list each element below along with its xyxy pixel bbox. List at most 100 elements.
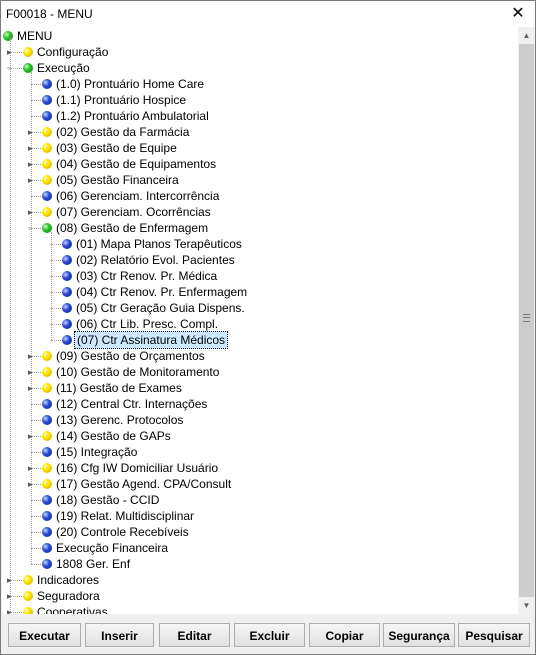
scroll-up-icon[interactable]: ▲ [518,27,535,44]
yellow-ball-icon [42,175,52,185]
grip-icon [523,314,530,322]
blue-ball-icon [62,255,72,265]
blue-ball-icon [42,543,52,553]
blue-ball-icon [62,239,72,249]
tree-item-label: (13) Gerenc. Protocolos [56,413,184,427]
blue-ball-icon [42,399,52,409]
blue-ball-icon [42,511,52,521]
tree-item-label: Cooperativas [37,605,108,614]
expand-icon[interactable]: ▸ [28,480,34,489]
tree-item-label: (07) Gerenciam. Ocorrências [56,205,211,219]
tree-item-label: (11) Gestão de Exames [56,381,182,395]
tree-item-label: Indicadores [37,573,100,587]
tree-item-label: (03) Gestão de Equipe [56,141,177,155]
yellow-ball-icon [42,127,52,137]
tree-item-label: (20) Controle Recebíveis [56,525,189,539]
blue-ball-icon [62,319,72,329]
editar-button[interactable]: Editar [159,623,230,647]
tree-root-label: MENU [17,29,53,43]
tree-item-label: (08) Gestão de Enfermagem [56,221,209,235]
expand-icon[interactable]: ▸ [28,160,34,169]
tree-item-label: Seguradora [37,589,100,603]
blue-ball-icon [42,447,52,457]
blue-ball-icon [42,95,52,105]
blue-ball-icon [42,111,52,121]
green-ball-icon [23,63,33,73]
scroll-thumb[interactable] [519,44,534,597]
blue-ball-icon [42,527,52,537]
blue-ball-icon [62,271,72,281]
expand-icon[interactable]: ▸ [28,464,34,473]
tree-item-label: (03) Ctr Renov. Pr. Médica [76,269,218,283]
tree-item-label: (14) Gestão de GAPs [56,429,171,443]
tree-item-label: (02) Relatório Evol. Pacientes [76,253,235,267]
expand-icon[interactable]: ▸ [28,368,34,377]
yellow-ball-icon [42,367,52,377]
tree-item-label: (17) Gestão Agend. CPA/Consult [56,477,232,491]
tree-item-label: (06) Gerenciam. Intercorrência [56,189,220,203]
yellow-ball-icon [42,431,52,441]
tree-item-label: (1.0) Prontuário Home Care [56,77,205,91]
seguranca-button[interactable]: Segurança [383,623,455,647]
blue-ball-icon [62,287,72,297]
expand-icon[interactable]: ▸ [7,576,13,585]
expand-icon[interactable]: ▸ [28,432,34,441]
tree-item-label: 1808 Ger. Enf [56,557,131,571]
expand-icon[interactable]: ▸ [7,608,13,615]
blue-ball-icon [42,191,52,201]
tree-item-label: Configuração [37,45,109,59]
expand-icon[interactable]: ▸ [28,144,34,153]
yellow-ball-icon [23,591,33,601]
yellow-ball-icon [42,159,52,169]
tree-item-label: (19) Relat. Multidisciplinar [56,509,195,523]
tree-item-label: (16) Cfg IW Domiciliar Usuário [56,461,219,475]
yellow-ball-icon [42,351,52,361]
tree-item-label: (1.2) Prontuário Ambulatorial [56,109,209,123]
yellow-ball-icon [42,479,52,489]
tree-item-label: (01) Mapa Planos Terapêuticos [76,237,242,251]
collapse-icon[interactable]: ◦ [7,64,13,73]
green-ball-icon [42,223,52,233]
tree-item-label: (1.1) Prontuário Hospice [56,93,187,107]
blue-ball-icon [42,79,52,89]
pesquisar-button[interactable]: Pesquisar [458,623,530,647]
blue-ball-icon [42,495,52,505]
executar-button[interactable]: Executar [8,623,81,647]
tree-item-label: (02) Gestão da Farmácia [56,125,190,139]
blue-ball-icon [42,415,52,425]
yellow-ball-icon [23,607,33,614]
tree-item-label: (12) Central Ctr. Internações [56,397,208,411]
expand-icon[interactable]: ▸ [7,592,13,601]
blue-ball-icon [62,335,72,345]
tree-item-label: (10) Gestão de Monitoramento [56,365,220,379]
vertical-scrollbar[interactable]: ▲ ▼ [518,27,535,614]
tree-item-label: (18) Gestão - CCID [56,493,160,507]
yellow-ball-icon [42,207,52,217]
title-bar[interactable]: F00018 - MENU ✕ [1,1,535,27]
yellow-ball-icon [42,383,52,393]
expand-icon[interactable]: ▸ [28,176,34,185]
menu-tree[interactable]: MENU ▸ Configuração ◦ Execução (1.0) Prontuá… [2,27,518,614]
close-icon[interactable]: ✕ [505,3,531,25]
tree-item-label: Execução Financeira [56,541,169,555]
expand-icon[interactable]: ▸ [28,384,34,393]
tree-item-label: (09) Gestão de Orçamentos [56,349,205,363]
menu-window: F00018 - MENU ✕ MENU ▸ Configuração ◦ Execu… [0,0,536,655]
expand-icon[interactable]: ▸ [7,48,13,57]
button-bar: Executar Inserir Editar Excluir Copiar S… [1,616,535,654]
expand-icon[interactable]: ▸ [28,128,34,137]
tree-item-label: (07) Ctr Assinatura Médicos [74,331,229,349]
tree-item-label: (04) Ctr Renov. Pr. Enfermagem [76,285,248,299]
blue-ball-icon [42,559,52,569]
scroll-down-icon[interactable]: ▼ [518,597,535,614]
blue-ball-icon [62,303,72,313]
tree-item-label: Execução [37,61,90,75]
collapse-icon[interactable]: ◦ [28,224,34,233]
expand-icon[interactable]: ▸ [28,208,34,217]
copiar-button[interactable]: Copiar [309,623,380,647]
excluir-button[interactable]: Excluir [234,623,305,647]
tree-item-label: (05) Gestão Financeira [56,173,179,187]
yellow-ball-icon [42,463,52,473]
inserir-button[interactable]: Inserir [85,623,154,647]
expand-icon[interactable]: ▸ [28,352,34,361]
